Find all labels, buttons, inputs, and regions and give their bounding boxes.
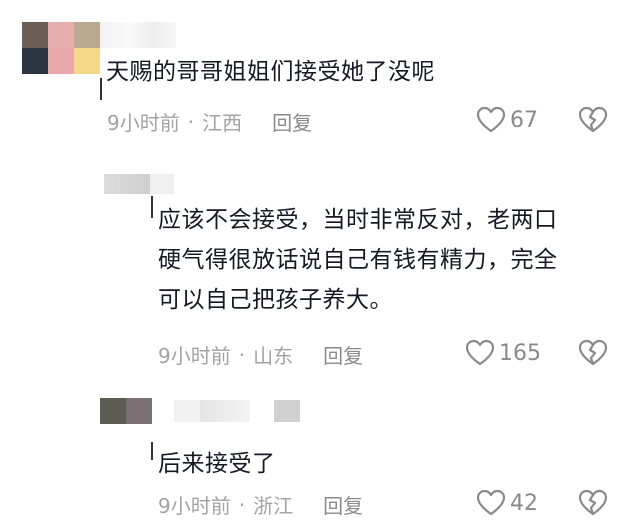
like-button[interactable]: 42 (476, 489, 538, 517)
avatar-blurred[interactable] (104, 174, 174, 194)
comment-location: 江西 (202, 111, 243, 135)
comment-line: 应该不会接受，当时非常反对，老两口 (158, 207, 558, 233)
comment-text: 后来接受了 (158, 444, 276, 484)
like-count: 165 (499, 340, 541, 366)
comment-time: 9小时前 (158, 344, 231, 368)
text-cursor (100, 78, 102, 100)
username-blurred[interactable] (174, 400, 300, 422)
meta-separator: · (187, 109, 195, 134)
avatar-blurred[interactable] (22, 22, 100, 74)
comment-text: 天赐的哥哥姐姐们接受她了没呢 (106, 52, 435, 92)
comment-line: 天赐的哥哥姐姐们接受她了没呢 (106, 59, 435, 85)
comment-text: 应该不会接受，当时非常反对，老两口 硬气得很放话说自己有钱有精力，完全 可以自己… (158, 200, 558, 320)
heart-outline-icon (476, 489, 506, 516)
reply-button[interactable]: 回复 (323, 490, 363, 519)
comment-line: 后来接受了 (158, 451, 276, 477)
meta-separator: · (238, 342, 246, 367)
broken-heart-icon (578, 106, 608, 133)
meta-separator: · (238, 492, 246, 517)
dislike-button[interactable] (578, 489, 608, 521)
like-button[interactable]: 165 (465, 339, 541, 367)
dislike-button[interactable] (578, 339, 608, 371)
reply-button[interactable]: 回复 (323, 340, 363, 369)
like-button[interactable]: 67 (476, 106, 538, 134)
username-blurred[interactable] (100, 22, 176, 48)
text-cursor (151, 196, 153, 218)
comment-location: 浙江 (253, 494, 294, 518)
comment-location: 山东 (253, 344, 294, 368)
broken-heart-icon (578, 339, 608, 366)
dislike-button[interactable] (578, 106, 608, 138)
text-cursor (151, 442, 153, 460)
reply-button[interactable]: 回复 (272, 107, 312, 136)
heart-outline-icon (465, 339, 495, 366)
comment-time: 9小时前 (158, 494, 231, 518)
like-count: 42 (510, 490, 538, 516)
comment-meta: 9小时前 · 浙江 回复 (158, 490, 363, 519)
like-count: 67 (510, 107, 538, 133)
heart-outline-icon (476, 106, 506, 133)
avatar-blurred[interactable] (100, 398, 152, 424)
comment-meta: 9小时前 · 山东 回复 (158, 340, 363, 369)
comment-line: 可以自己把孩子养大。 (158, 287, 393, 313)
broken-heart-icon (578, 489, 608, 516)
comment-time: 9小时前 (107, 111, 180, 135)
comment-meta: 9小时前 · 江西 回复 (107, 107, 312, 136)
comment-line: 硬气得很放话说自己有钱有精力，完全 (158, 247, 558, 273)
